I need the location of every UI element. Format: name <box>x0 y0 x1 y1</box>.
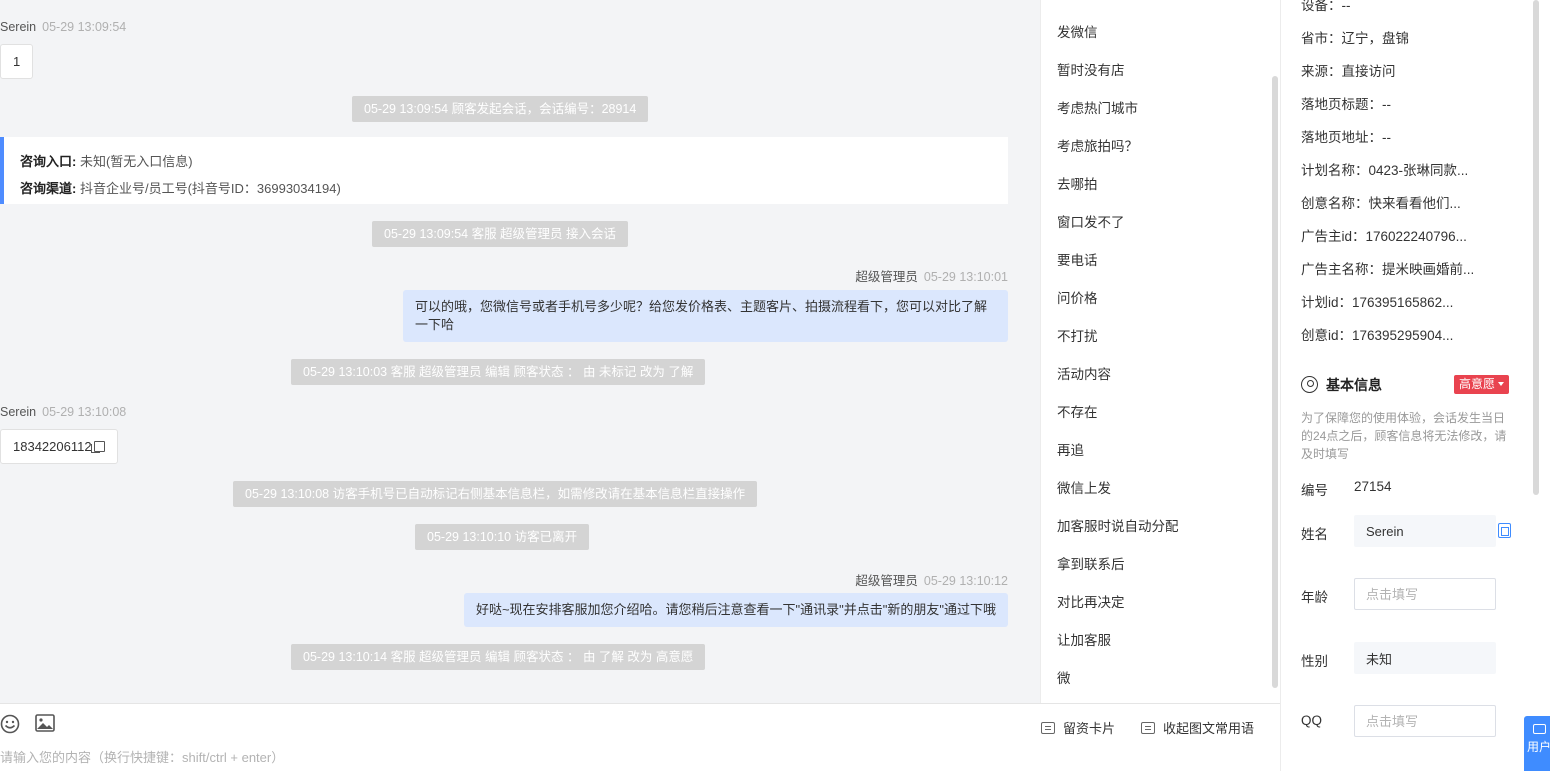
card-icon <box>1041 722 1055 734</box>
consult-channel-label: 咨询渠道: <box>20 181 77 196</box>
emoji-icon[interactable] <box>0 714 20 734</box>
consult-entry-value: 未知(暂无入口信息) <box>79 154 193 169</box>
collapse-phrases-button[interactable]: 收起图文常用语 <box>1141 718 1254 737</box>
sender-name: 超级管理员 <box>855 574 918 588</box>
info-row-source: 来源：直接访问 <box>1301 64 1396 79</box>
quick-reply-item[interactable]: 去哪拍 <box>1057 173 1098 193</box>
info-row-landing-url: 落地页地址：-- <box>1301 130 1391 145</box>
consult-channel-value: 抖音企业号/员工号(抖音号ID：36993034194) <box>79 181 341 196</box>
collapse-phrases-label: 收起图文常用语 <box>1163 721 1255 736</box>
copy-icon[interactable] <box>90 441 105 453</box>
lead-card-label: 留资卡片 <box>1063 721 1116 736</box>
gender-label: 性别 <box>1301 654 1328 669</box>
agent-message: 好哒~现在安排客服加您介绍哈。请您稍后注意查看一下"通讯录"并点击"新的朋友"通… <box>463 593 1008 627</box>
agent-message: 可以的哦，您微信号或者手机号多少呢？给您发价格表、主题客片、拍摄流程看下，您可以… <box>403 290 1008 342</box>
gender-field[interactable] <box>1354 642 1496 674</box>
quick-reply-scrollbar[interactable] <box>1272 76 1278 688</box>
info-scrollbar[interactable] <box>1533 0 1539 495</box>
intent-status-label: 高意愿 <box>1459 377 1496 391</box>
message-input-area: 留资卡片 收起图文常用语 <box>0 703 1280 771</box>
quick-reply-item[interactable]: 暂时没有店 <box>1057 59 1125 79</box>
message-time: 05-29 13:10:12 <box>923 574 1008 588</box>
message-time: 05-29 13:10:01 <box>923 270 1008 284</box>
message-input[interactable] <box>0 750 900 765</box>
system-notice: 05-29 13:10:03 客服 超级管理员 编辑 顾客状态 ： 由 未标记 … <box>291 359 706 385</box>
quick-reply-item[interactable]: 不打扰 <box>1057 325 1098 345</box>
quick-reply-panel: 发微信 暂时没有店 考虑热门城市 考虑旅拍吗？ 去哪拍 窗口发不了 要电话 问价… <box>1040 0 1280 703</box>
info-row-plan-id: 计划id：176395165862... <box>1301 295 1454 310</box>
quick-reply-item[interactable]: 问价格 <box>1057 287 1098 307</box>
message-text: 可以的哦，您微信号或者手机号多少呢？给您发价格表、主题客片、拍摄流程看下，您可以… <box>415 299 988 332</box>
system-notice: 05-29 13:10:10 访客已离开 <box>415 524 590 550</box>
info-row-device: 设备：-- <box>1301 0 1351 13</box>
edit-notice: 为了保障您的使用体验，会话发生当日的24点之后，顾客信息将无法修改，请及时填写 <box>1301 411 1507 461</box>
system-notice: 05-29 13:10:14 客服 超级管理员 编辑 顾客状态 ： 由 了解 改… <box>291 644 706 670</box>
info-row-advertiser-id: 广告主id：176022240796... <box>1301 229 1467 244</box>
qq-label: QQ <box>1301 713 1323 728</box>
quick-reply-item[interactable]: 考虑旅拍吗？ <box>1057 135 1138 155</box>
user-icon <box>1301 376 1318 393</box>
message-text: 好哒~现在安排客服加您介绍哈。请您稍后注意查看一下"通讯录"并点击"新的朋友"通… <box>475 602 996 617</box>
info-row-creative-name: 创意名称：快来看看他们... <box>1301 196 1461 211</box>
sender-name: Serein <box>0 405 37 419</box>
quick-reply-item[interactable]: 微 <box>1057 667 1071 687</box>
message-icon <box>1532 724 1546 734</box>
message-meta: Serein 05-29 13:09:54 <box>0 20 126 34</box>
qq-field[interactable] <box>1354 705 1496 737</box>
quick-reply-item[interactable]: 让加客服 <box>1057 629 1111 649</box>
customer-info-panel: 设备：-- 省市：辽宁，盘锦 来源：直接访问 落地页标题：-- 落地页地址：--… <box>1280 0 1550 771</box>
quick-reply-item[interactable]: 微信上发 <box>1057 477 1111 497</box>
quick-reply-item[interactable]: 要电话 <box>1057 249 1098 269</box>
message-meta: 超级管理员 05-29 13:10:12 <box>855 570 1008 589</box>
message-text: 1 <box>13 54 21 69</box>
customer-message: 1 <box>0 44 34 79</box>
age-field[interactable] <box>1354 578 1496 610</box>
sender-name: Serein <box>0 20 37 34</box>
message-meta: Serein 05-29 13:10:08 <box>0 405 126 419</box>
image-icon[interactable] <box>35 714 55 732</box>
message-time: 05-29 13:09:54 <box>42 20 127 34</box>
consult-info-card: 咨询入口: 未知(暂无入口信息) 咨询渠道: 抖音企业号/员工号(抖音号ID：3… <box>0 137 1008 204</box>
chat-panel: Serein 05-29 13:09:54 1 05-29 13:09:54 顾客… <box>0 0 1040 703</box>
quick-reply-item[interactable]: 发微信 <box>1057 21 1098 41</box>
id-label: 编号 <box>1301 483 1328 498</box>
user-side-button[interactable]: 用户 <box>1524 716 1550 771</box>
customer-message: 18342206112 <box>0 429 118 464</box>
quick-reply-item[interactable]: 加客服时说自动分配 <box>1057 515 1179 535</box>
quick-reply-item[interactable]: 拿到联系后 <box>1057 553 1125 573</box>
info-row-region: 省市：辽宁，盘锦 <box>1301 31 1409 46</box>
message-meta: 超级管理员 05-29 13:10:01 <box>855 266 1008 285</box>
intent-status-dropdown[interactable]: 高意愿 <box>1454 375 1510 394</box>
system-notice: 05-29 13:10:08 访客手机号已自动标记右侧基本信息栏，如需修改请在基… <box>233 481 758 507</box>
info-row-plan-name: 计划名称：0423-张琳同款... <box>1301 163 1469 178</box>
system-notice: 05-29 13:09:54 顾客发起会话，会话编号：28914 <box>352 96 649 122</box>
message-text: 18342206112 <box>13 439 92 454</box>
message-time: 05-29 13:10:08 <box>42 405 127 419</box>
info-row-advertiser-name: 广告主名称：提米映画婚前... <box>1301 262 1475 277</box>
quick-reply-item[interactable]: 考虑热门城市 <box>1057 97 1138 117</box>
age-label: 年龄 <box>1301 590 1328 605</box>
info-row-creative-id: 创意id：176395295904... <box>1301 328 1454 343</box>
caret-down-icon <box>1498 382 1505 386</box>
consult-entry-label: 咨询入口: <box>20 154 77 169</box>
message-icon <box>1141 722 1155 734</box>
info-row-landing-title: 落地页标题：-- <box>1301 97 1391 112</box>
id-value: 27154 <box>1354 479 1392 494</box>
sender-name: 超级管理员 <box>855 270 918 284</box>
quick-reply-item[interactable]: 窗口发不了 <box>1057 211 1125 231</box>
basic-info-title-text: 基本信息 <box>1326 377 1382 393</box>
quick-reply-item[interactable]: 活动内容 <box>1057 363 1111 383</box>
name-label: 姓名 <box>1301 527 1328 542</box>
quick-reply-item[interactable]: 不存在 <box>1057 401 1098 421</box>
user-side-button-label: 用户 <box>1526 740 1550 754</box>
basic-info-title: 基本信息 <box>1301 375 1382 395</box>
quick-reply-item[interactable]: 再追 <box>1057 439 1084 459</box>
lead-card-button[interactable]: 留资卡片 <box>1041 718 1115 737</box>
name-field[interactable] <box>1354 515 1496 547</box>
quick-reply-item[interactable]: 对比再决定 <box>1057 591 1125 611</box>
edit-icon[interactable] <box>1498 523 1511 538</box>
system-notice: 05-29 13:09:54 客服 超级管理员 接入会话 <box>372 221 629 247</box>
